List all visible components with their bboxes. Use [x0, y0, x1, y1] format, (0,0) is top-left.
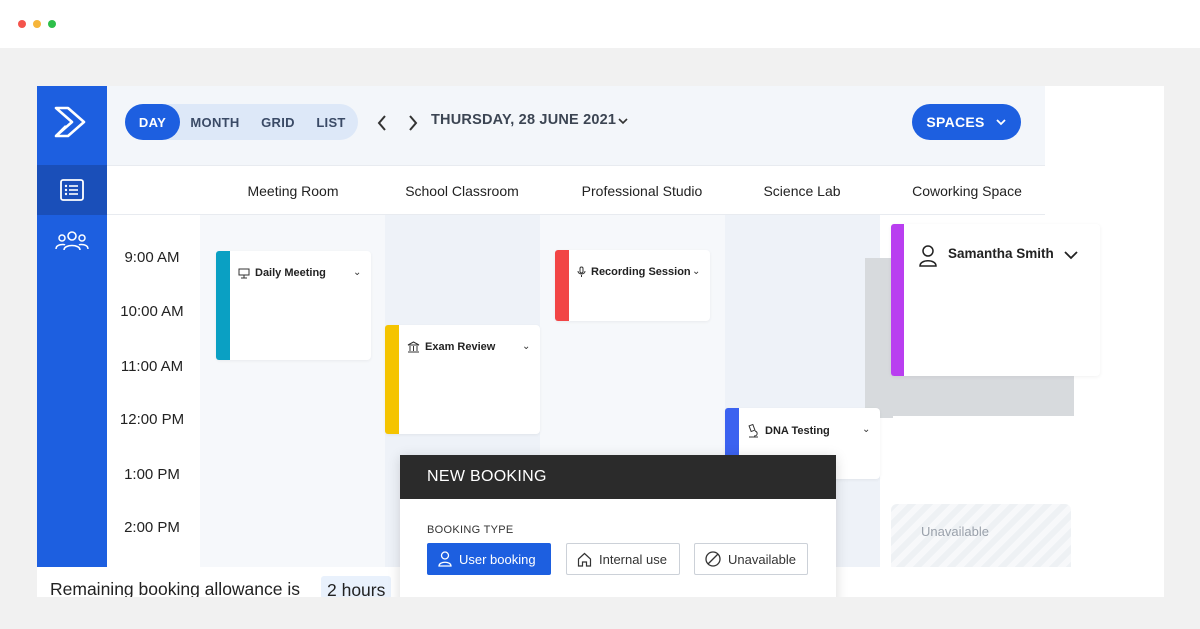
event-color-bar — [555, 250, 569, 321]
close-window-dot[interactable] — [18, 20, 26, 28]
column-professional-studio: Professional Studio — [581, 183, 703, 199]
time-label: 11:00 AM — [120, 358, 184, 375]
browser-chrome — [0, 0, 1200, 48]
tab-grid[interactable]: GRID — [250, 104, 306, 140]
time-label: 9:00 AM — [124, 249, 180, 266]
event-color-bar — [216, 251, 230, 360]
space-columns-header: Meeting Room School Classroom Profession… — [107, 165, 1045, 215]
spaces-button[interactable]: SPACES — [912, 104, 1021, 140]
event-daily-meeting[interactable]: Daily Meeting ⌄ — [216, 251, 371, 360]
tab-list[interactable]: LIST — [306, 104, 356, 140]
event-color-bar — [385, 325, 399, 434]
unavailable-label: Unavailable — [921, 524, 989, 539]
dialog-title: NEW BOOKING — [400, 455, 836, 499]
column-meeting-room: Meeting Room — [247, 183, 339, 199]
tab-month[interactable]: MONTH — [180, 104, 250, 140]
user-icon — [438, 551, 452, 567]
chevron-down-icon[interactable]: ⌄ — [862, 424, 870, 435]
event-title: Recording Session — [577, 266, 691, 278]
sidebar — [37, 86, 107, 567]
date-title[interactable]: THURSDAY, 28 JUNE 2021 — [431, 112, 616, 128]
chevron-down-icon[interactable]: ⌄ — [522, 341, 530, 352]
event-recording-session[interactable]: Recording Session ⌄ — [555, 250, 710, 321]
chevron-down-icon[interactable] — [617, 115, 629, 127]
user-icon — [919, 245, 937, 267]
internal-use-button[interactable]: Internal use — [566, 543, 680, 575]
microphone-icon — [577, 266, 586, 277]
presentation-icon — [238, 268, 250, 278]
sidebar-item-list[interactable] — [37, 165, 107, 215]
event-color-bar — [891, 224, 904, 376]
chevron-down-icon[interactable]: ⌄ — [692, 266, 700, 277]
tab-day[interactable]: DAY — [125, 104, 180, 140]
toolbar: DAY MONTH GRID LIST THURSDAY, 28 JUNE 20… — [107, 86, 1045, 165]
view-switcher: DAY MONTH GRID LIST — [125, 104, 358, 140]
time-label: 2:00 PM — [124, 519, 180, 536]
chevron-down-icon — [996, 119, 1006, 126]
time-label: 10:00 AM — [120, 303, 184, 320]
event-title: Daily Meeting — [238, 267, 326, 279]
spaces-button-label: SPACES — [926, 114, 985, 130]
time-label: 1:00 PM — [124, 466, 180, 483]
home-icon — [577, 552, 592, 567]
sidebar-item-users[interactable] — [37, 216, 107, 266]
allowance-value: 2 hours — [321, 576, 392, 597]
booking-type-label: BOOKING TYPE — [427, 524, 514, 536]
event-title: DNA Testing — [747, 424, 830, 438]
institution-icon — [407, 341, 420, 353]
previous-day-icon[interactable] — [374, 113, 390, 133]
column-science-lab: Science Lab — [763, 183, 841, 199]
app-logo-icon — [54, 106, 86, 138]
maximize-window-dot[interactable] — [48, 20, 56, 28]
column-school-classroom: School Classroom — [405, 183, 519, 199]
list-icon — [60, 179, 84, 201]
next-day-icon[interactable] — [405, 113, 421, 133]
user-booking-card[interactable]: Samantha Smith — [891, 224, 1100, 376]
column-coworking-space: Coworking Space — [912, 183, 1022, 199]
booking-app: DAY MONTH GRID LIST THURSDAY, 28 JUNE 20… — [37, 86, 1164, 597]
chevron-down-icon[interactable] — [1063, 249, 1079, 261]
microscope-icon — [748, 424, 758, 438]
new-booking-dialog: NEW BOOKING BOOKING TYPE User booking In… — [400, 455, 836, 597]
time-label: 12:00 PM — [119, 411, 185, 428]
unavailable-button[interactable]: Unavailable — [694, 543, 808, 575]
users-icon — [55, 231, 89, 251]
minimize-window-dot[interactable] — [33, 20, 41, 28]
event-exam-review[interactable]: Exam Review ⌄ — [385, 325, 540, 434]
drag-ghost — [865, 376, 1074, 416]
user-name: Samantha Smith — [948, 246, 1054, 261]
chevron-down-icon[interactable]: ⌄ — [353, 267, 361, 278]
block-icon — [705, 551, 721, 567]
user-booking-button[interactable]: User booking — [427, 543, 551, 575]
event-title: Exam Review — [407, 341, 495, 353]
allowance-text: Remaining booking allowance is — [50, 579, 301, 597]
